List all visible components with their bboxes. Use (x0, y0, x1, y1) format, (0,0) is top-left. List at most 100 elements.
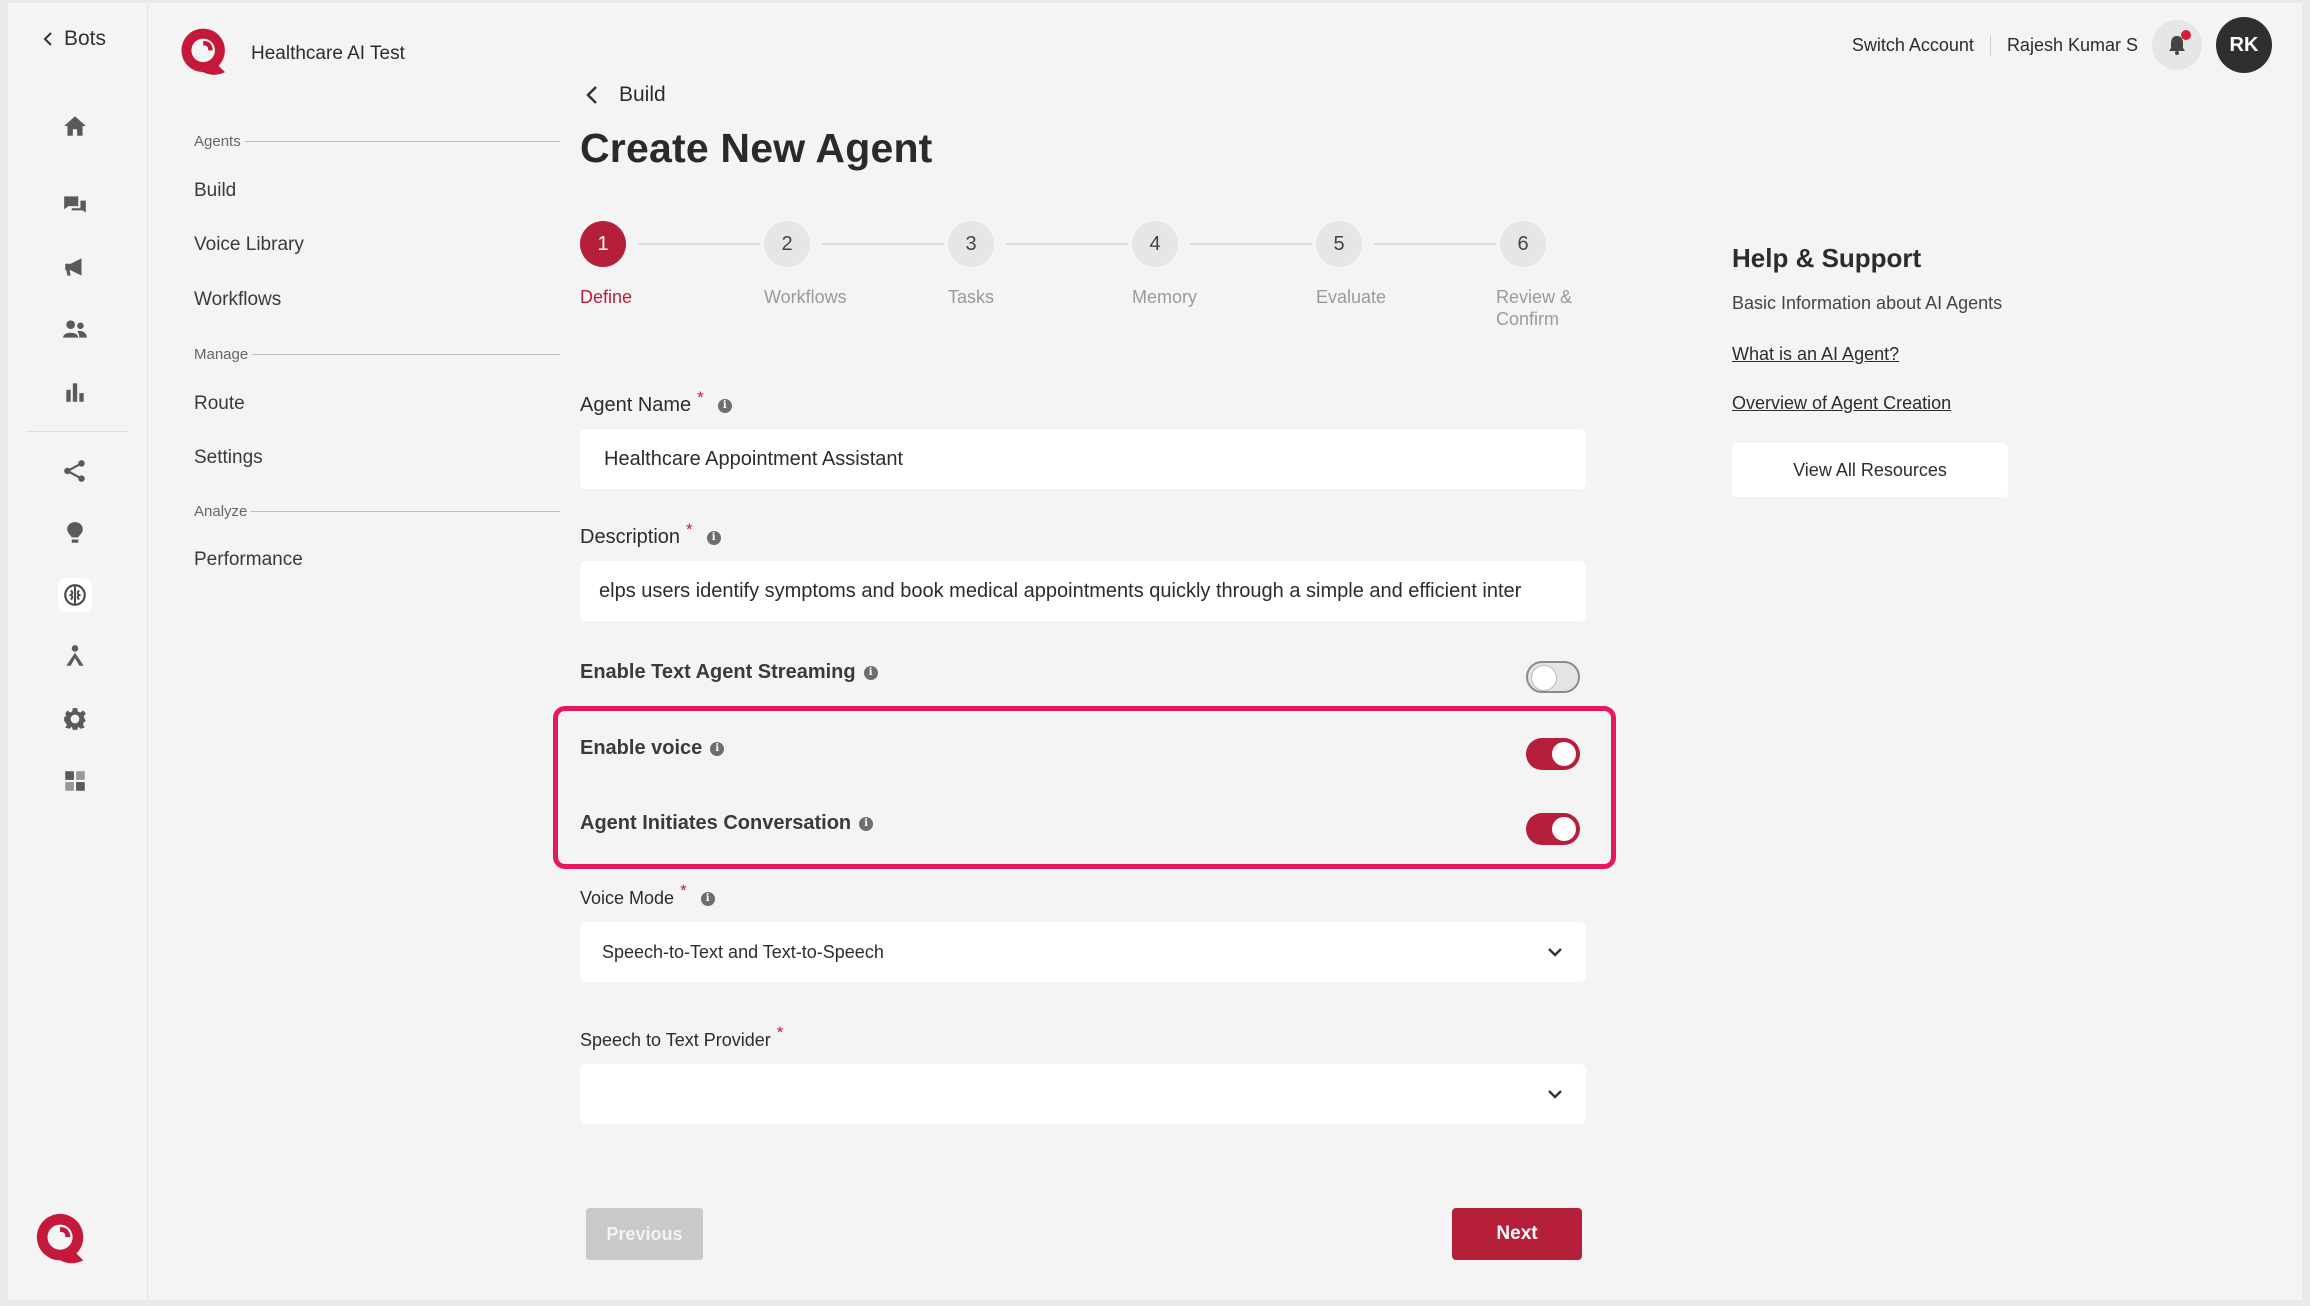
app-frame: Bots Healthcare AI Test Agents Build Voi… (8, 3, 2302, 1300)
user-name: Rajesh Kumar S (2006, 34, 2138, 55)
nav-item-performance[interactable]: Performance (194, 549, 303, 571)
info-icon[interactable]: i (710, 741, 725, 756)
grid-icon[interactable] (58, 764, 92, 798)
required-mark: * (697, 387, 704, 407)
nav-item-settings[interactable]: Settings (194, 447, 263, 469)
back-to-bots-link[interactable]: Bots (42, 27, 106, 51)
switch-account-link[interactable]: Switch Account (1852, 34, 1991, 56)
info-icon[interactable]: i (863, 665, 878, 680)
streaming-label-text: Enable Text Agent Streaming (580, 661, 856, 683)
agent-name-input[interactable]: Healthcare Appointment Assistant (580, 429, 1586, 489)
step-label-tasks: Tasks (948, 287, 995, 307)
step-connector (1374, 243, 1496, 245)
info-icon[interactable]: i (706, 530, 721, 545)
toggle-knob (1552, 742, 1576, 766)
step-2-workflows[interactable]: 2 (764, 221, 810, 267)
help-title: Help & Support (1732, 243, 1922, 273)
step-connector (1006, 243, 1128, 245)
voice-mode-select[interactable]: Speech-to-Text and Text-to-Speech (580, 922, 1586, 982)
step-6-review[interactable]: 6 (1500, 221, 1546, 267)
step-connector (822, 243, 944, 245)
agent-name-label: Agent Name * i (580, 388, 732, 417)
enable-voice-label-text: Enable voice (580, 737, 703, 759)
lightbulb-icon[interactable] (58, 516, 92, 550)
breadcrumb[interactable]: Build (585, 83, 666, 107)
brain-icon[interactable] (58, 578, 92, 612)
stt-provider-label-text: Speech to Text Provider (580, 1030, 771, 1050)
agent-creation-overview-link[interactable]: Overview of Agent Creation (1732, 393, 1951, 414)
streaming-toggle[interactable] (1526, 661, 1580, 693)
brand-header: Healthcare AI Test (177, 25, 405, 83)
voice-mode-value: Speech-to-Text and Text-to-Speech (602, 941, 884, 962)
previous-button[interactable]: Previous (586, 1208, 703, 1260)
step-label-memory: Memory (1132, 287, 1198, 307)
megaphone-icon[interactable] (58, 250, 92, 284)
step-4-memory[interactable]: 4 (1132, 221, 1178, 267)
agent-initiates-toggle[interactable] (1526, 813, 1580, 845)
share-icon[interactable] (58, 454, 92, 488)
description-input[interactable]: elps users identify symptoms and book me… (580, 561, 1586, 621)
nav-section-label: Agents (194, 133, 241, 150)
info-icon[interactable]: i (859, 816, 874, 831)
step-label-define: Define (580, 287, 633, 307)
step-label-review: Review & Confirm (1496, 286, 1572, 330)
rail-divider (26, 431, 128, 432)
home-icon[interactable] (58, 109, 92, 143)
avatar[interactable]: RK (2216, 17, 2272, 73)
agent-icon[interactable] (58, 639, 92, 673)
step-3-tasks[interactable]: 3 (948, 221, 994, 267)
streaming-toggle-label: Enable Text Agent Streaming i (580, 661, 878, 684)
chevron-down-icon (1548, 948, 1562, 957)
nav-item-workflows[interactable]: Workflows (194, 289, 281, 311)
nav-item-build[interactable]: Build (194, 180, 236, 202)
enable-voice-toggle[interactable] (1526, 738, 1580, 770)
description-label-text: Description (580, 526, 681, 548)
chat-icon[interactable] (58, 188, 92, 222)
stt-provider-select[interactable] (580, 1064, 1586, 1124)
nav-item-route[interactable]: Route (194, 393, 245, 415)
toggle-knob (1552, 817, 1576, 841)
account-bar: Switch Account Rajesh Kumar S RK (1852, 17, 2272, 73)
chevron-left-icon (43, 32, 52, 46)
nav-section-label: Analyze (194, 503, 248, 520)
step-5-evaluate[interactable]: 5 (1316, 221, 1362, 267)
nav-section-analyze: Analyze (194, 503, 560, 520)
help-subtitle: Basic Information about AI Agents (1732, 293, 2003, 313)
notification-badge (2181, 30, 2191, 40)
toggle-knob (1531, 665, 1557, 691)
voice-mode-label-text: Voice Mode (580, 888, 675, 908)
required-mark: * (680, 880, 687, 900)
info-icon[interactable]: i (700, 891, 715, 906)
page-title: Create New Agent (580, 125, 933, 171)
breadcrumb-label: Build (619, 83, 666, 106)
agent-initiates-label-text: Agent Initiates Conversation (580, 812, 852, 834)
enable-voice-label: Enable voice i (580, 737, 725, 760)
required-mark: * (686, 519, 693, 539)
nav-section-agents: Agents (194, 133, 560, 150)
description-label: Description * i (580, 520, 721, 549)
nav-section-manage: Manage (194, 346, 560, 363)
required-mark: * (776, 1022, 784, 1042)
icon-rail: Bots (8, 3, 148, 1300)
chevron-down-icon (1548, 1090, 1562, 1099)
step-1-define[interactable]: 1 (580, 221, 626, 267)
notifications-button[interactable] (2152, 20, 2202, 70)
agent-initiates-label: Agent Initiates Conversation i (580, 812, 874, 835)
next-button[interactable]: Next (1452, 1208, 1582, 1260)
back-label: Bots (64, 27, 107, 50)
users-icon[interactable] (58, 312, 92, 346)
chevron-left-icon (586, 86, 597, 104)
step-connector (638, 243, 760, 245)
info-icon[interactable]: i (717, 398, 732, 413)
bar-chart-icon[interactable] (58, 375, 92, 409)
gear-icon[interactable] (58, 702, 92, 736)
view-all-resources-button[interactable]: View All Resources (1732, 443, 2008, 497)
brand-logo-icon (33, 1210, 91, 1272)
nav-section-label: Manage (194, 346, 249, 363)
step-label-review-line2: Confirm (1496, 309, 1560, 329)
agent-name-label-text: Agent Name (580, 394, 692, 416)
nav-item-voice-library[interactable]: Voice Library (194, 234, 304, 256)
step-label-review-line1: Review & (1496, 287, 1573, 307)
step-label-evaluate: Evaluate (1316, 287, 1387, 307)
what-is-ai-agent-link[interactable]: What is an AI Agent? (1732, 344, 1899, 365)
